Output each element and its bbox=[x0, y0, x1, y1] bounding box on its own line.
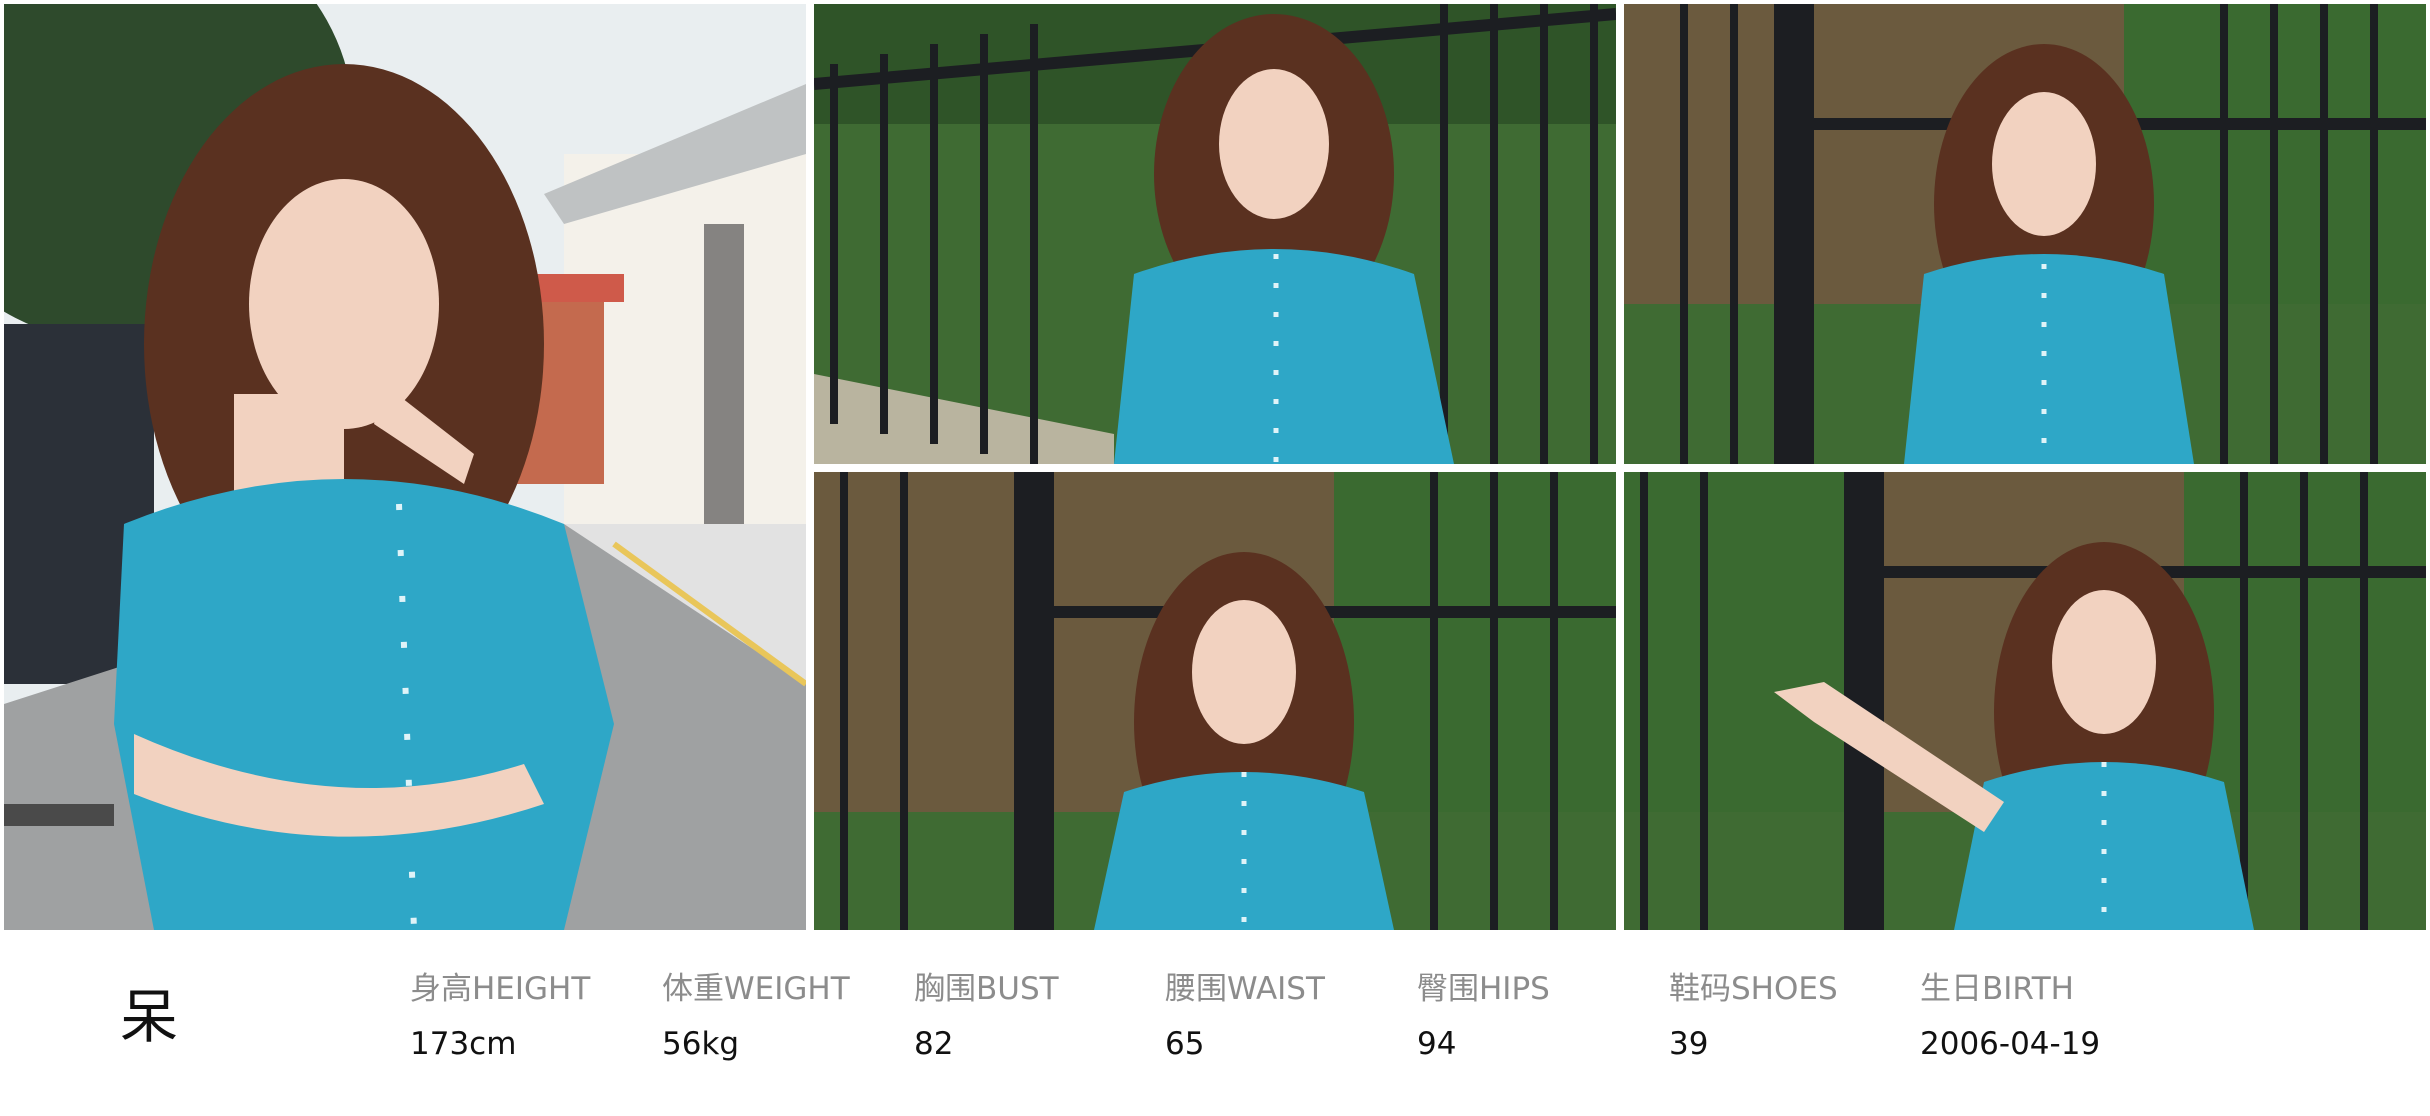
model-card: 呆 身高HEIGHT 173cm 体重WEIGHT 56kg 胸围BUST 82… bbox=[0, 0, 2430, 1116]
stat-value: 65 bbox=[1165, 1026, 1205, 1062]
stat-value: 56kg bbox=[662, 1026, 740, 1062]
fence-photo-3 bbox=[814, 472, 1616, 930]
stat-weight: 体重WEIGHT 56kg bbox=[662, 974, 850, 1060]
stat-label: 腰围WAIST bbox=[1165, 971, 1325, 1007]
fence-photo-2 bbox=[1624, 4, 2426, 464]
stat-value: 94 bbox=[1417, 1026, 1457, 1062]
stat-birth: 生日BIRTH 2006-04-19 bbox=[1920, 974, 2100, 1060]
stat-label: 鞋码SHOES bbox=[1669, 971, 1838, 1007]
stat-label: 生日BIRTH bbox=[1920, 971, 2074, 1007]
stat-value: 82 bbox=[914, 1026, 954, 1062]
fence-photo-1 bbox=[814, 4, 1616, 464]
stat-hips: 臀围HIPS 94 bbox=[1417, 974, 1550, 1060]
stat-waist: 腰围WAIST 65 bbox=[1165, 974, 1325, 1060]
stat-height: 身高HEIGHT 173cm bbox=[410, 974, 590, 1060]
main-portrait-photo bbox=[4, 4, 806, 930]
fence-photo-4 bbox=[1624, 472, 2426, 930]
stat-label: 体重WEIGHT bbox=[662, 971, 850, 1007]
model-info-bar: 呆 身高HEIGHT 173cm 体重WEIGHT 56kg 胸围BUST 82… bbox=[0, 930, 2430, 1116]
stat-label: 胸围BUST bbox=[914, 971, 1059, 1007]
stat-value: 39 bbox=[1669, 1026, 1709, 1062]
model-name: 呆 bbox=[120, 983, 179, 1051]
stat-shoes: 鞋码SHOES 39 bbox=[1669, 974, 1838, 1060]
stat-value: 173cm bbox=[410, 1026, 517, 1062]
stat-label: 臀围HIPS bbox=[1417, 971, 1550, 1007]
stat-value: 2006-04-19 bbox=[1920, 1026, 2101, 1062]
stat-label: 身高HEIGHT bbox=[410, 971, 591, 1007]
stat-bust: 胸围BUST 82 bbox=[914, 974, 1059, 1060]
